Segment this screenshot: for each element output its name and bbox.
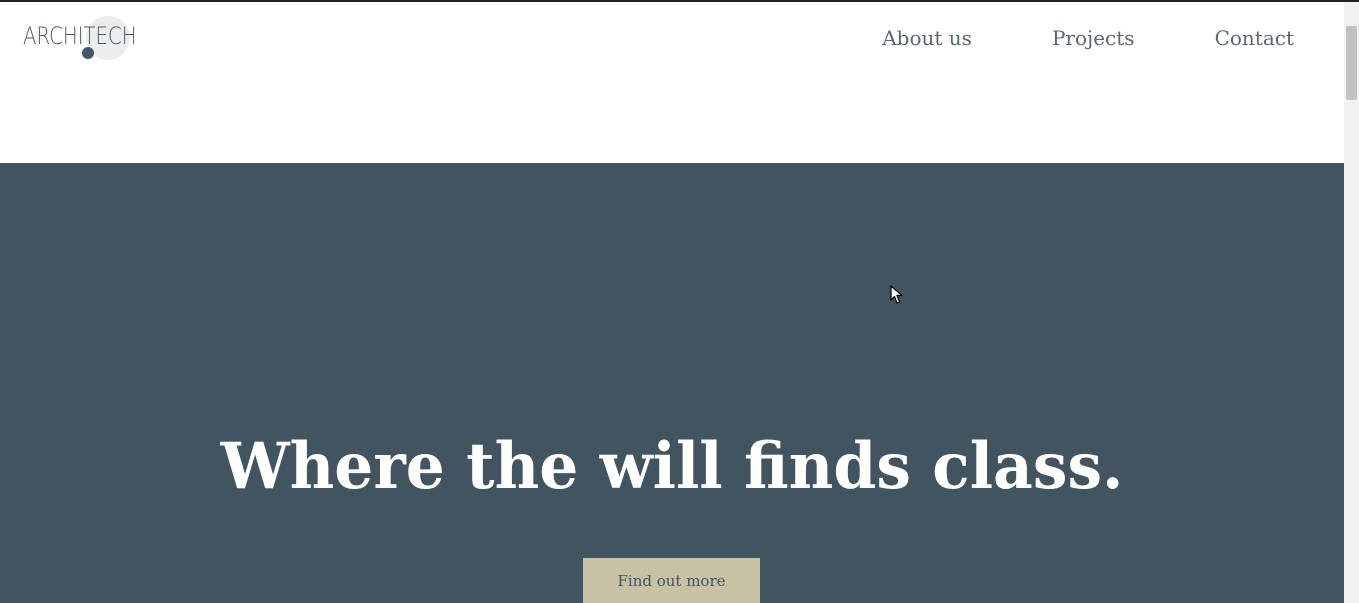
nav-item-contact[interactable]: Contact [1215, 26, 1294, 56]
hero-section: Where the will finds class. Find out mor… [0, 163, 1344, 603]
site-logo[interactable]: ARCHITECH [22, 16, 137, 66]
hero-title: Where the will finds class. [220, 429, 1124, 504]
main-nav: About us Projects Contact [882, 26, 1294, 56]
logo-dot-mark [82, 47, 94, 59]
nav-item-projects[interactable]: Projects [1052, 26, 1135, 56]
scrollbar-thumb[interactable] [1346, 26, 1357, 100]
site-header: ARCHITECH About us Projects Contact [0, 2, 1344, 163]
nav-item-about-us[interactable]: About us [882, 26, 972, 56]
find-out-more-button[interactable]: Find out more [583, 558, 760, 603]
logo-text: ARCHITECH [23, 22, 137, 50]
mouse-pointer-icon [890, 285, 903, 304]
vertical-scrollbar[interactable] [1344, 2, 1359, 603]
